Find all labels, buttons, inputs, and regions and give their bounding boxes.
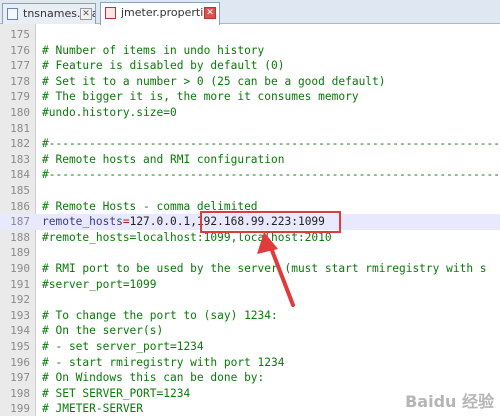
- file-icon: [7, 8, 18, 20]
- code-comment: # Remote hosts and RMI configuration: [42, 152, 285, 166]
- line-number: 175: [10, 28, 30, 41]
- code-comment: #undo.history.size=0: [42, 106, 177, 119]
- code-comment: #---------------------------------------…: [42, 168, 500, 182]
- line-number: 198: [10, 386, 30, 400]
- tab-tnsnames[interactable]: tnsnames.ora ✕: [2, 3, 96, 24]
- code-line[interactable]: 189: [0, 245, 500, 261]
- line-number: 191: [10, 277, 30, 291]
- code-comment: # SET SERVER_PORT=1234: [42, 386, 191, 400]
- line-number: 181: [10, 121, 30, 135]
- code-comment: # JMETER-SERVER: [42, 402, 144, 416]
- line-number: 194: [10, 324, 30, 338]
- code-comment: # Set it to a number > 0 (25 can be a go…: [42, 74, 386, 88]
- code-line[interactable]: 190 # RMI port to be used by the server (…: [0, 261, 500, 277]
- line-number: 192: [10, 293, 30, 307]
- code-comment: # Feature is disabled by default (0): [42, 59, 285, 73]
- line-number: 176: [10, 43, 30, 57]
- code-comment: # The bigger it is, the more it consumes…: [42, 90, 359, 104]
- code-line[interactable]: 194 # On the server(s): [0, 323, 500, 339]
- code-line[interactable]: 180 #undo.history.size=0: [0, 105, 500, 121]
- code-line[interactable]: 196 # - start rmiregistry with port 1234: [0, 355, 500, 371]
- code-line[interactable]: 191 #server_port=1099: [0, 277, 500, 293]
- code-line[interactable]: 176 # Number of items in undo history: [0, 43, 500, 59]
- line-number: 196: [10, 355, 30, 369]
- equals-sign: =: [122, 215, 130, 229]
- line-number: 183: [10, 152, 30, 166]
- code-line[interactable]: 179 # The bigger it is, the more it consu…: [0, 89, 500, 105]
- tab-bar: tnsnames.ora ✕ jmeter.properties ✕: [0, 0, 500, 25]
- watermark-logo: Baidu 经验: [405, 392, 494, 411]
- code-line[interactable]: 181: [0, 121, 500, 137]
- line-number: 199: [10, 402, 30, 416]
- file-icon: [105, 7, 116, 19]
- line-number: 182: [10, 137, 30, 151]
- code-line[interactable]: 185: [0, 183, 500, 199]
- line-number: 195: [10, 340, 30, 353]
- code-comment: # - set server_port=1234: [42, 340, 204, 353]
- code-line[interactable]: 192: [0, 292, 500, 308]
- code-comment: # RMI port to be used by the server (mus…: [42, 262, 487, 275]
- code-comment: # On the server(s): [42, 324, 164, 338]
- line-number: 180: [10, 106, 30, 119]
- code-comment: # - start rmiregistry with port 1234: [42, 355, 285, 369]
- code-line[interactable]: 193 # To change the port to (say) 1234:: [0, 308, 500, 324]
- property-key: remote_hosts: [42, 215, 123, 229]
- code-line[interactable]: 177 # Feature is disabled by default (0): [0, 58, 500, 74]
- line-number: 193: [10, 308, 30, 322]
- line-number: 185: [10, 184, 30, 197]
- line-number: 186: [10, 199, 30, 213]
- close-tab-icon[interactable]: ✕: [204, 7, 216, 19]
- code-comment: # Number of items in undo history: [42, 43, 265, 57]
- code-comment: #server_port=1099: [42, 277, 157, 291]
- code-line[interactable]: 183 # Remote hosts and RMI configuration: [0, 152, 500, 168]
- code-line[interactable]: 182 #------------------------------------…: [0, 136, 500, 152]
- line-number: 187: [10, 215, 30, 229]
- tab-label: jmeter.properties: [121, 6, 216, 19]
- code-comment: # On Windows this can be done by:: [42, 371, 265, 385]
- line-number: 177: [10, 59, 30, 73]
- code-comment: # To change the port to (say) 1234:: [42, 308, 278, 322]
- line-number: 179: [10, 90, 30, 104]
- line-number: 188: [10, 230, 30, 244]
- annotation-box: [200, 211, 341, 233]
- code-line[interactable]: 175: [0, 27, 500, 43]
- code-line[interactable]: 195 # - set server_port=1234: [0, 339, 500, 355]
- code-line[interactable]: 178 # Set it to a number > 0 (25 can be a…: [0, 74, 500, 90]
- line-number: 184: [10, 168, 30, 182]
- line-number: 189: [10, 246, 30, 260]
- tab-jmeter-properties[interactable]: jmeter.properties ✕: [100, 2, 220, 25]
- close-tab-icon[interactable]: ✕: [80, 8, 92, 20]
- line-number: 190: [10, 262, 30, 275]
- line-number: 197: [10, 371, 30, 385]
- code-line[interactable]: 184 #------------------------------------…: [0, 167, 500, 183]
- line-number: 178: [10, 74, 30, 88]
- code-line[interactable]: 197 # On Windows this can be done by:: [0, 370, 500, 386]
- code-comment: #---------------------------------------…: [42, 137, 500, 151]
